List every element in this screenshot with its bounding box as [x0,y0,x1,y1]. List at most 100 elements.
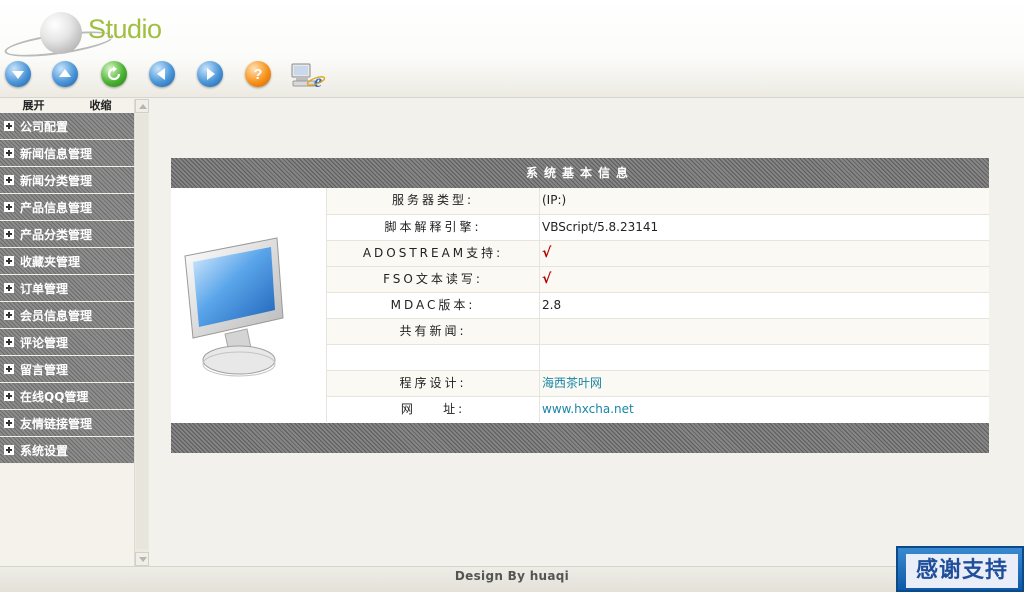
blank-label [326,345,540,370]
back-arrow-button[interactable] [149,61,175,87]
sidebar-item-friend-links[interactable]: 友情链接管理 [0,410,134,437]
table-row: 服务器类型: (IP:) [326,188,989,214]
website-label: 网 址: [326,397,540,422]
plus-icon [4,121,14,131]
table-row: 程序设计: 海西茶叶网 [326,370,989,396]
back-arrow-icon [157,68,165,80]
refresh-icon [107,66,121,81]
studio-logo: Studio [0,4,200,62]
mdac-value: 2.8 [542,298,562,312]
sidebar-item-label: 订单管理 [20,281,69,296]
logo-text: Studio [88,14,162,44]
up-arrow-icon [59,69,71,77]
panel-footer-bar [171,423,989,453]
down-arrow-icon [12,71,24,79]
adostream-check: √ [542,245,552,261]
monitor-icon [179,234,291,384]
sidebar-item-news-info[interactable]: 新闻信息管理 [0,140,134,167]
sidebar-item-label: 新闻信息管理 [20,146,93,161]
sidebar-item-label: 系统设置 [20,443,69,458]
sidebar-item-company-config[interactable]: 公司配置 [0,113,134,140]
scroll-thumb[interactable] [136,114,148,549]
refresh-button[interactable] [101,61,127,87]
plus-icon [4,418,14,428]
news-count-value [540,319,989,344]
sidebar-item-product-info[interactable]: 产品信息管理 [0,194,134,221]
sidebar-item-label: 公司配置 [20,119,69,134]
table-row: 脚本解释引擎: VBScript/5.8.23141 [326,214,989,240]
thanks-badge-text: 感谢支持 [906,554,1018,588]
plus-icon [4,229,14,239]
internet-explorer-button[interactable]: e [290,60,326,91]
sidebar-item-label: 友情链接管理 [20,416,93,431]
fso-check: √ [542,271,552,287]
designer-label: 程序设计: [326,371,540,396]
forward-arrow-icon [207,68,215,80]
sidebar-item-messages[interactable]: 留言管理 [0,356,134,383]
news-count-label: 共有新闻: [326,319,540,344]
logo-sphere [40,12,82,54]
fso-label: FSO文本读写: [326,267,540,292]
help-button[interactable]: ? [245,61,271,87]
sidebar-item-label: 在线QQ管理 [20,389,89,404]
table-row: MDAC版本: 2.8 [326,292,989,318]
sidebar-item-product-category[interactable]: 产品分类管理 [0,221,134,248]
system-info-panel: 系统基本信息 服务器类型: (IP:) 脚本解释引擎: VBScript/5.8… [171,158,989,453]
sidebar-menu: 公司配置 新闻信息管理 新闻分类管理 产品信息管理 产品分类管理 收藏夹管理 订… [0,113,134,464]
sidebar-item-label: 新闻分类管理 [20,173,93,188]
website-link[interactable]: www.hxcha.net [540,397,989,422]
plus-icon [4,310,14,320]
help-icon: ? [253,66,262,83]
script-engine-label: 脚本解释引擎: [326,215,540,240]
adostream-label: ADOSTREAM支持: [326,241,540,266]
table-row: 网 址: www.hxcha.net [326,396,989,422]
sidebar-item-orders[interactable]: 订单管理 [0,275,134,302]
sidebar-item-label: 留言管理 [20,362,69,377]
info-table: 服务器类型: (IP:) 脚本解释引擎: VBScript/5.8.23141 … [326,188,989,422]
scroll-down-button[interactable] [135,552,149,566]
plus-icon [4,148,14,158]
sidebar-item-news-category[interactable]: 新闻分类管理 [0,167,134,194]
table-row: FSO文本读写: √ [326,266,989,292]
forward-arrow-button[interactable] [197,61,223,87]
plus-icon [4,256,14,266]
table-row: ADOSTREAM支持: √ [326,240,989,266]
sidebar-item-label: 产品信息管理 [20,200,93,215]
script-engine-value: VBScript/5.8.23141 [542,220,659,234]
internet-explorer-icon: e [291,63,326,91]
mdac-label: MDAC版本: [326,293,540,318]
panel-title: 系统基本信息 [171,158,989,188]
sidebar: 展开 收缩 公司配置 新闻信息管理 新闻分类管理 产品信息管理 产品分类管理 收… [0,99,149,566]
down-arrow-button[interactable] [5,61,31,87]
sidebar-item-members[interactable]: 会员信息管理 [0,302,134,329]
sidebar-item-comments[interactable]: 评论管理 [0,329,134,356]
plus-icon [4,391,14,401]
sidebar-item-label: 收藏夹管理 [20,254,81,269]
sidebar-item-favorites[interactable]: 收藏夹管理 [0,248,134,275]
plus-icon [4,175,14,185]
sidebar-item-online-qq[interactable]: 在线QQ管理 [0,383,134,410]
plus-icon [4,283,14,293]
svg-text:e: e [314,71,322,90]
server-type-value: (IP:) [542,193,567,207]
thanks-badge[interactable]: 感谢支持 [896,546,1024,592]
designer-link[interactable]: 海西茶叶网 [540,371,989,396]
blank-value [540,345,989,370]
scroll-up-button[interactable] [135,99,149,113]
sidebar-header: 展开 收缩 [0,99,134,113]
plus-icon [4,337,14,347]
sidebar-item-label: 产品分类管理 [20,227,93,242]
server-type-label: 服务器类型: [326,188,540,214]
table-row [326,344,989,370]
sidebar-scrollbar[interactable] [134,99,149,566]
expand-all-button[interactable]: 展开 [23,99,45,113]
up-arrow-button[interactable] [52,61,78,87]
sidebar-item-label: 会员信息管理 [20,308,93,323]
header: Studio ? e [0,0,1024,98]
sidebar-item-label: 评论管理 [20,335,69,350]
svg-text:?: ? [253,66,262,83]
plus-icon [4,202,14,212]
sidebar-item-system-settings[interactable]: 系统设置 [0,437,134,464]
plus-icon [4,445,14,455]
collapse-all-button[interactable]: 收缩 [90,99,112,113]
